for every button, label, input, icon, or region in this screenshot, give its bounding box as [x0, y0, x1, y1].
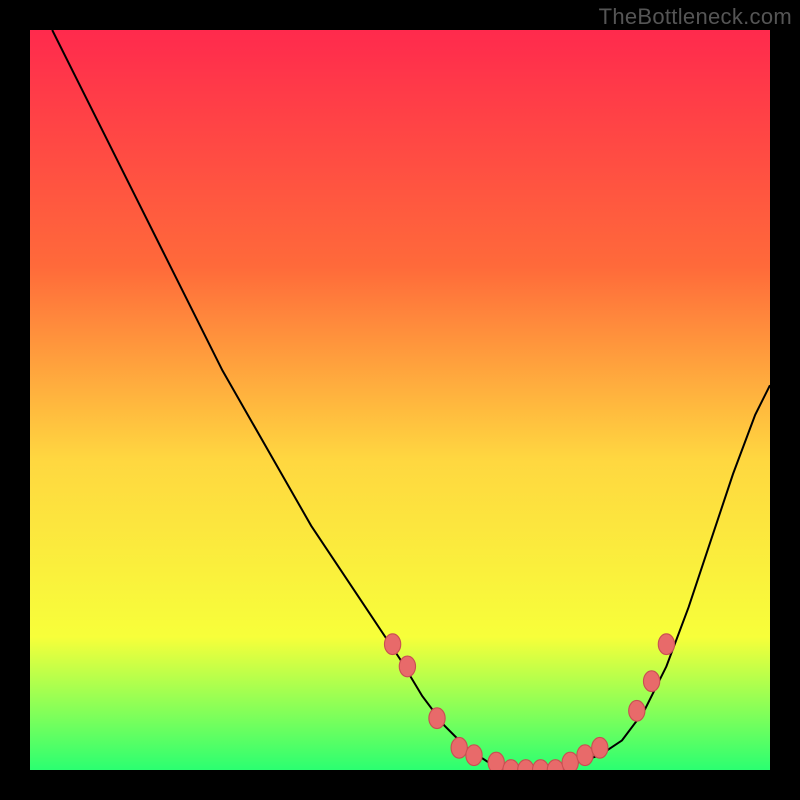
- marker-point: [488, 752, 504, 770]
- marker-point: [429, 708, 445, 729]
- marker-point: [562, 752, 578, 770]
- marker-point: [384, 634, 400, 655]
- marker-point: [577, 745, 593, 766]
- marker-point: [592, 737, 608, 758]
- watermark-text: TheBottleneck.com: [599, 4, 792, 30]
- bottleneck-chart: [30, 30, 770, 770]
- marker-point: [399, 656, 415, 677]
- marker-point: [629, 700, 645, 721]
- marker-point: [451, 737, 467, 758]
- marker-point: [466, 745, 482, 766]
- marker-point: [658, 634, 674, 655]
- chart-frame: TheBottleneck.com: [0, 0, 800, 800]
- marker-point: [643, 671, 659, 692]
